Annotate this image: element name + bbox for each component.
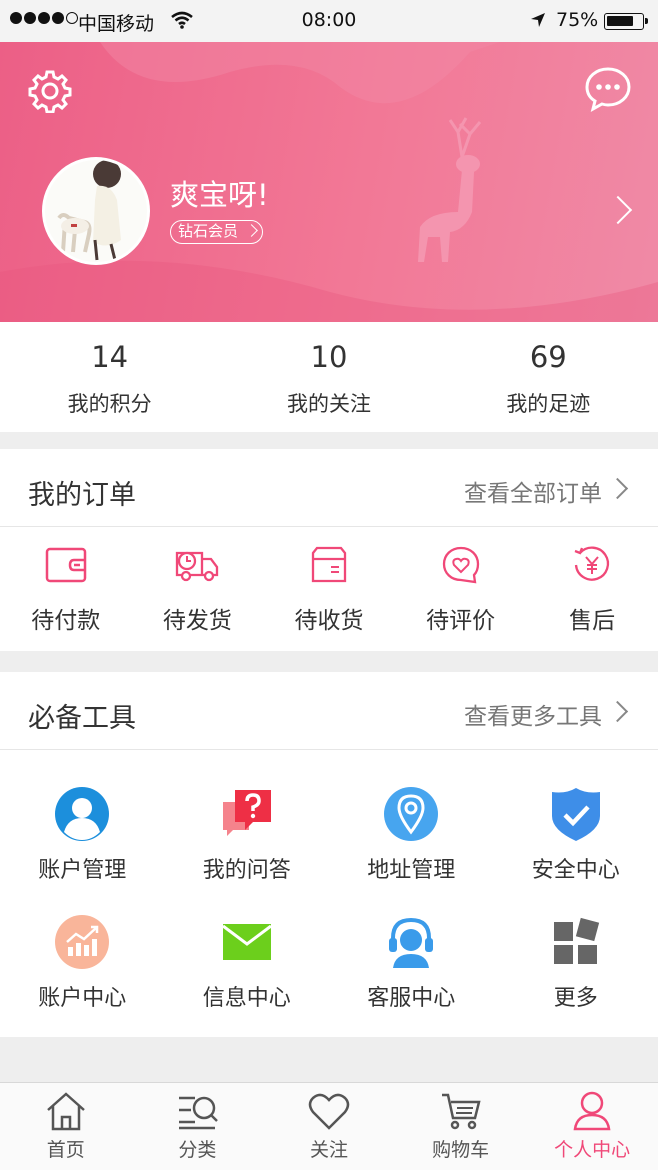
tab-category[interactable]: 分类 (132, 1083, 264, 1170)
tool-label: 账户中心 (38, 986, 127, 1011)
headset-icon (389, 917, 434, 968)
order-item-label: 售后 (569, 608, 616, 634)
heart-chat-icon (442, 546, 479, 584)
tab-home[interactable]: 首页 (0, 1083, 132, 1170)
tab-label: 分类 (178, 1139, 217, 1161)
yuan-refund-icon (574, 546, 610, 581)
tool-address-management[interactable]: 地址管理 (329, 750, 494, 902)
tool-more[interactable]: 更多 (494, 902, 658, 1033)
bottom-tab-bar: 首页 分类 关注 购物车 个人中心 (0, 1082, 658, 1170)
deer-illustration (418, 117, 482, 262)
growth-chart-icon (55, 915, 110, 969)
tool-label: 账户管理 (38, 858, 127, 883)
avatar[interactable] (42, 157, 150, 265)
stat-value: 69 (529, 340, 567, 374)
location-arrow-icon (531, 13, 545, 27)
order-after-sales[interactable]: 售后 (526, 527, 658, 651)
orders-title: 我的订单 (28, 480, 136, 511)
orders-header[interactable]: 我的订单 查看全部订单 (0, 449, 658, 527)
wallet-icon (45, 547, 87, 583)
tab-label: 购物车 (432, 1139, 490, 1161)
chevron-right-icon (245, 224, 258, 237)
avatar-illustration (45, 160, 147, 262)
message-bubble-icon[interactable] (584, 66, 632, 112)
battery-percent: 75% (556, 9, 599, 31)
home-icon (46, 1092, 85, 1131)
tool-account-center[interactable]: 账户中心 (0, 902, 165, 1033)
package-icon (311, 546, 347, 583)
member-badge-label: 钻石会员 (178, 222, 239, 240)
tools-title: 必备工具 (28, 703, 136, 734)
stat-value: 10 (310, 340, 348, 374)
mail-icon (221, 924, 272, 960)
tool-label: 客服中心 (367, 986, 456, 1011)
order-pending-shipment[interactable]: 待发货 (132, 527, 264, 651)
stat-label: 我的积分 (67, 392, 152, 416)
cart-icon (441, 1093, 481, 1130)
heart-icon (308, 1093, 350, 1130)
tool-customer-service[interactable]: 客服中心 (329, 902, 494, 1033)
grid-more-icon (553, 917, 599, 964)
tool-message-center[interactable]: 信息中心 (165, 902, 330, 1033)
tool-label: 我的问答 (202, 858, 291, 883)
chevron-right-icon (606, 700, 629, 723)
stat-following[interactable]: 10 我的关注 (219, 322, 438, 432)
view-all-orders-link[interactable]: 查看全部订单 (464, 474, 602, 508)
profile-header: 爽宝呀! 钻石会员 (0, 42, 658, 322)
stat-points[interactable]: 14 我的积分 (0, 322, 219, 432)
tab-favorites[interactable]: 关注 (263, 1083, 395, 1170)
tab-profile[interactable]: 个人中心 (526, 1083, 658, 1170)
stat-footprints[interactable]: 69 我的足迹 (439, 322, 658, 432)
username: 爽宝呀! (170, 178, 269, 212)
shield-check-icon (551, 788, 600, 841)
question-icon (222, 790, 271, 836)
view-more-tools-link[interactable]: 查看更多工具 (464, 697, 602, 731)
stats-bar: 14 我的积分 10 我的关注 69 我的足迹 (0, 322, 658, 432)
tool-security-center[interactable]: 安全中心 (494, 750, 658, 902)
order-pending-receipt[interactable]: 待收货 (263, 527, 395, 651)
order-item-label: 待发货 (162, 608, 232, 634)
member-badge[interactable]: 钻石会员 (170, 220, 264, 244)
tools-section: 必备工具 查看更多工具 账户管理 我的问答 地址管理 安全中心 账户中心 信息中… (0, 672, 658, 1037)
tool-label: 地址管理 (367, 858, 456, 883)
tool-label: 更多 (553, 986, 598, 1011)
order-item-label: 待收货 (294, 608, 364, 634)
tab-cart[interactable]: 购物车 (395, 1083, 527, 1170)
order-item-label: 待付款 (31, 608, 101, 634)
stat-label: 我的足迹 (506, 392, 591, 416)
settings-gear-icon[interactable] (28, 69, 72, 113)
status-bar: 中国移动 08:00 75% (0, 0, 658, 42)
tab-label: 首页 (46, 1139, 85, 1161)
order-pending-review[interactable]: 待评价 (395, 527, 527, 651)
battery-icon (604, 13, 648, 30)
stat-value: 14 (91, 340, 129, 374)
tool-account-management[interactable]: 账户管理 (0, 750, 165, 902)
user-account-icon (55, 787, 110, 841)
tool-my-qa[interactable]: 我的问答 (165, 750, 330, 902)
tools-header[interactable]: 必备工具 查看更多工具 (0, 672, 658, 750)
tab-label: 关注 (309, 1139, 348, 1161)
chevron-right-icon (606, 477, 629, 500)
tab-label: 个人中心 (554, 1139, 631, 1161)
person-icon (573, 1091, 611, 1131)
location-pin-icon (384, 787, 439, 841)
order-item-label: 待评价 (426, 608, 496, 634)
stat-label: 我的关注 (286, 392, 371, 416)
order-pending-payment[interactable]: 待付款 (0, 527, 132, 651)
delivery-truck-icon (176, 551, 219, 582)
category-search-icon (179, 1096, 219, 1130)
tool-label: 安全中心 (531, 858, 620, 883)
orders-section: 我的订单 查看全部订单 待付款 待发货 待收货 待评价 售后 (0, 449, 658, 651)
tool-label: 信息中心 (202, 986, 291, 1011)
